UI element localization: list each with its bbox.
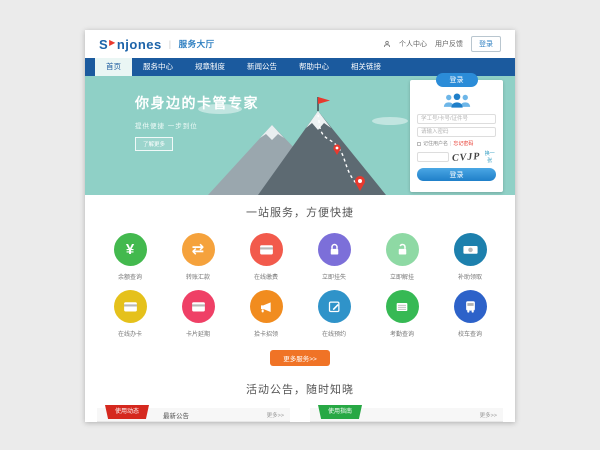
login-submit-button[interactable]: 登录 <box>417 168 496 181</box>
username-input[interactable] <box>417 114 496 124</box>
service-item[interactable]: 拾卡招领 <box>235 290 297 338</box>
services-section: 一站服务，方便快捷 ¥ 余额查询 ⇄ 转账汇款在线缴费立即挂失立即解挂补助领取 在线办… <box>85 195 515 366</box>
logo-text-2: njones <box>117 37 162 52</box>
news-panel: 使用动态 最新公告 更多>> <box>97 408 290 422</box>
service-label: 校车查询 <box>439 329 501 338</box>
password-input[interactable] <box>417 127 496 137</box>
nav-item[interactable]: 相关链接 <box>340 58 392 76</box>
site-header: S▶njones | 服务大厅 个人中心 用户反馈 登录 <box>85 30 515 58</box>
personal-center-link[interactable]: 个人中心 <box>399 39 427 49</box>
person-icon <box>383 40 391 48</box>
announcements-title: 活动公告，随时知晓 <box>85 381 515 397</box>
card-icon <box>182 290 215 323</box>
captcha-refresh-link[interactable]: 换一张 <box>483 150 496 164</box>
service-item[interactable]: ⇄ 转账汇款 <box>167 233 229 281</box>
guide-more-link[interactable]: 更多>> <box>480 411 497 419</box>
latest-announcements-tab[interactable]: 最新公告 <box>163 410 189 420</box>
service-label: 考勤查询 <box>371 329 433 338</box>
service-item[interactable]: 在线办卡 <box>99 290 161 338</box>
captcha-image: CVJP <box>452 151 481 164</box>
banner-text-block: 你身边的卡管专家 提供便捷 一步到位 了解更多 <box>135 93 259 151</box>
service-label: 在线缴费 <box>235 272 297 281</box>
services-row-2: 在线办卡卡片延期拾卡招领在线预约考勤查询校车查询 <box>99 290 501 338</box>
captcha-input[interactable] <box>417 152 449 162</box>
banner-title: 你身边的卡管专家 <box>135 93 259 113</box>
service-item[interactable]: 卡片延期 <box>167 290 229 338</box>
nav-item[interactable]: 新闻公告 <box>236 58 288 76</box>
service-label: 拾卡招领 <box>235 329 297 338</box>
site-page: S▶njones | 服务大厅 个人中心 用户反馈 登录 首页服务中心规章制度新… <box>85 30 515 422</box>
service-label: 立即解挂 <box>371 272 433 281</box>
service-label: 在线办卡 <box>99 329 161 338</box>
login-options-row: 记住用户名 | 忘记密码 <box>417 140 496 147</box>
guide-ribbon-tab[interactable]: 使用指南 <box>318 405 362 419</box>
screenshot-canvas: S▶njones | 服务大厅 个人中心 用户反馈 登录 首页服务中心规章制度新… <box>0 0 600 450</box>
nav-item[interactable]: 规章制度 <box>184 58 236 76</box>
login-tab[interactable]: 登录 <box>436 73 478 87</box>
logo-divider: | <box>169 39 172 49</box>
service-item[interactable]: 补助领取 <box>439 233 501 281</box>
bus-icon <box>454 290 487 323</box>
guide-panel: 使用指南 更多>> <box>310 408 503 422</box>
options-divider: | <box>450 141 451 147</box>
service-label: 在线预约 <box>303 329 365 338</box>
service-item[interactable]: ¥ 余额查询 <box>99 233 161 281</box>
news-panel-bar: 使用动态 最新公告 更多>> <box>97 408 290 422</box>
lock-icon <box>318 233 351 266</box>
service-item[interactable]: 在线预约 <box>303 290 365 338</box>
nav-item[interactable]: 首页 <box>95 58 132 76</box>
service-item[interactable]: 立即挂失 <box>303 233 365 281</box>
user-feedback-link[interactable]: 用户反馈 <box>435 39 463 49</box>
service-item[interactable]: 校车查询 <box>439 290 501 338</box>
announcements-section: 活动公告，随时知晓 使用动态 最新公告 更多>> 使用指南 更多>> <box>85 381 515 422</box>
unlock-icon <box>386 233 419 266</box>
card-icon <box>114 290 147 323</box>
remember-label: 记住用户名 <box>423 140 448 147</box>
captcha-row: CVJP 换一张 <box>417 150 496 164</box>
transfer-icon: ⇄ <box>182 233 215 266</box>
edit-icon <box>318 290 351 323</box>
users-group-icon <box>442 92 472 109</box>
service-item[interactable]: 在线缴费 <box>235 233 297 281</box>
service-label: 补助领取 <box>439 272 501 281</box>
banner-subtitle: 提供便捷 一步到位 <box>135 120 259 130</box>
service-label: 余额查询 <box>99 272 161 281</box>
service-label: 立即挂失 <box>303 272 365 281</box>
site-tagline: 服务大厅 <box>179 38 215 50</box>
logo[interactable]: S▶njones | 服务大厅 <box>99 37 215 52</box>
announcement-panels: 使用动态 最新公告 更多>> 使用指南 更多>> <box>85 408 515 422</box>
hero-banner: 你身边的卡管专家 提供便捷 一步到位 了解更多 登录 记住用户名 <box>85 76 515 195</box>
service-item[interactable]: 考勤查询 <box>371 290 433 338</box>
more-services-button[interactable]: 更多服务>> <box>270 350 330 366</box>
nav-item[interactable]: 服务中心 <box>132 58 184 76</box>
card-icon <box>250 233 283 266</box>
guide-panel-bar: 使用指南 更多>> <box>310 408 503 422</box>
banner-more-button[interactable]: 了解更多 <box>135 137 173 151</box>
news-more-link[interactable]: 更多>> <box>267 411 284 419</box>
service-label: 卡片延期 <box>167 329 229 338</box>
forgot-password-link[interactable]: 忘记密码 <box>453 140 473 147</box>
header-utility: 个人中心 用户反馈 登录 <box>383 36 501 52</box>
service-label: 转账汇款 <box>167 272 229 281</box>
yen-icon: ¥ <box>114 233 147 266</box>
news-ribbon-tab[interactable]: 使用动态 <box>105 405 149 419</box>
services-title: 一站服务，方便快捷 <box>85 204 515 220</box>
logo-arrow-icon: ▶ <box>109 38 116 47</box>
logo-text-1: S <box>99 37 108 52</box>
remember-checkbox[interactable] <box>417 142 421 146</box>
service-item[interactable]: 立即解挂 <box>371 233 433 281</box>
login-panel: 登录 记住用户名 | 忘记密码 <box>410 80 503 192</box>
header-login-button[interactable]: 登录 <box>471 36 501 52</box>
list-icon <box>386 290 419 323</box>
nav-item[interactable]: 帮助中心 <box>288 58 340 76</box>
megaphone-icon <box>250 290 283 323</box>
banknote-icon <box>454 233 487 266</box>
services-row-1: ¥ 余额查询 ⇄ 转账汇款在线缴费立即挂失立即解挂补助领取 <box>99 233 501 281</box>
